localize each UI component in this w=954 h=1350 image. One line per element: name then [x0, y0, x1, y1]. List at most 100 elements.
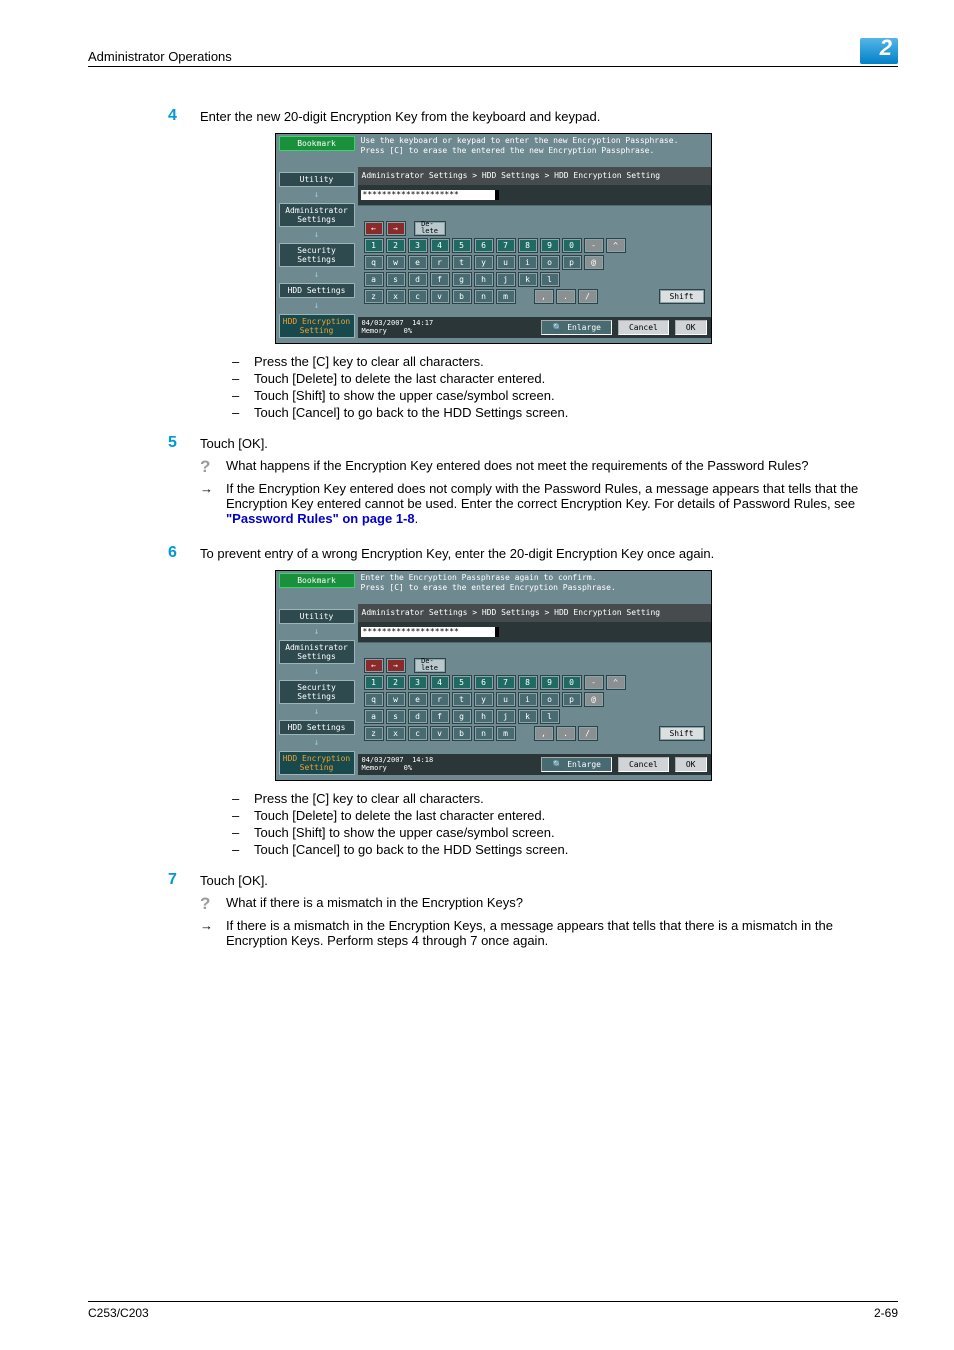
- key-dash[interactable]: -: [584, 238, 604, 253]
- key-6[interactable]: 6: [474, 238, 494, 253]
- key-b[interactable]: b: [452, 289, 472, 304]
- key-d[interactable]: d: [408, 272, 428, 287]
- footer-page: 2-69: [874, 1306, 898, 1320]
- key-0[interactable]: 0: [562, 238, 582, 253]
- cancel-button[interactable]: Cancel: [618, 757, 669, 772]
- key-u[interactable]: u: [496, 255, 516, 270]
- cancel-button[interactable]: Cancel: [618, 320, 669, 335]
- key-o[interactable]: o: [540, 255, 560, 270]
- key-w[interactable]: w: [386, 255, 406, 270]
- passphrase-input[interactable]: ********************: [361, 190, 495, 200]
- note-item: Touch [Shift] to show the upper case/sym…: [254, 825, 555, 840]
- key-8[interactable]: 8: [518, 238, 538, 253]
- panel-instruction-line2: Press [C] to erase the entered Encryptio…: [361, 583, 616, 592]
- key-y[interactable]: y: [474, 255, 494, 270]
- enlarge-button[interactable]: 🔍 Enlarge: [541, 757, 612, 772]
- step-text-7: Touch [OK].: [200, 871, 268, 888]
- text-cursor: [495, 627, 499, 637]
- key-7[interactable]: 7: [496, 238, 516, 253]
- key-g[interactable]: g: [452, 272, 472, 287]
- panel-bookmark[interactable]: Bookmark: [279, 573, 355, 588]
- panel-breadcrumb: Administrator Settings > HDD Settings > …: [358, 604, 711, 622]
- key-f[interactable]: f: [430, 272, 450, 287]
- key-2[interactable]: 2: [386, 238, 406, 253]
- password-rules-link[interactable]: "Password Rules" on page 1-8: [226, 511, 415, 526]
- step-text-5: Touch [OK].: [200, 434, 268, 451]
- question-text: What if there is a mismatch in the Encry…: [226, 895, 523, 912]
- key-slash[interactable]: /: [578, 289, 598, 304]
- key-j[interactable]: j: [496, 272, 516, 287]
- key-l[interactable]: l: [540, 272, 560, 287]
- key-9[interactable]: 9: [540, 238, 560, 253]
- step-text-6: To prevent entry of a wrong Encryption K…: [200, 544, 714, 561]
- delete-key[interactable]: De- lete: [414, 658, 446, 673]
- chapter-badge: 2: [860, 38, 898, 64]
- step-number-4: 4: [168, 107, 182, 125]
- panel-nav-encryption[interactable]: HDD Encryption Setting: [279, 751, 355, 775]
- arrow-left-key[interactable]: ←: [364, 658, 384, 673]
- footer-model: C253/C203: [88, 1306, 149, 1320]
- kb-row-q: q w e r t y u i o p @: [360, 254, 709, 271]
- key-c[interactable]: c: [408, 289, 428, 304]
- shift-key[interactable]: Shift: [659, 289, 705, 304]
- panel-nav-utility[interactable]: Utility: [279, 609, 355, 624]
- panel-nav-encryption[interactable]: HDD Encryption Setting: [279, 314, 355, 338]
- note-item: Touch [Cancel] to go back to the HDD Set…: [254, 405, 568, 420]
- answer-text: If there is a mismatch in the Encryption…: [226, 918, 886, 948]
- kb-row-z: z x c v b n m , . / Shift: [360, 288, 709, 305]
- panel-nav-security[interactable]: Security Settings: [279, 680, 355, 704]
- panel-nav-hdd[interactable]: HDD Settings: [279, 720, 355, 735]
- panel-bookmark[interactable]: Bookmark: [279, 136, 355, 151]
- key-t[interactable]: t: [452, 255, 472, 270]
- arrow-left-key[interactable]: ←: [364, 221, 384, 236]
- key-i[interactable]: i: [518, 255, 538, 270]
- panel-nav-admin[interactable]: Administrator Settings: [279, 640, 355, 664]
- key-4[interactable]: 4: [430, 238, 450, 253]
- key-r[interactable]: r: [430, 255, 450, 270]
- passphrase-input[interactable]: ********************: [361, 627, 495, 637]
- panel-nav-utility[interactable]: Utility: [279, 172, 355, 187]
- arrow-right-key[interactable]: →: [386, 221, 406, 236]
- key-at[interactable]: @: [584, 255, 604, 270]
- key-a[interactable]: a: [364, 272, 384, 287]
- panel-nav-hdd[interactable]: HDD Settings: [279, 283, 355, 298]
- panel-instruction-line1: Enter the Encryption Passphrase again to…: [361, 573, 597, 582]
- note-item: Touch [Delete] to delete the last charac…: [254, 371, 545, 386]
- key-m[interactable]: m: [496, 289, 516, 304]
- note-item: Press the [C] key to clear all character…: [254, 791, 484, 806]
- key-k[interactable]: k: [518, 272, 538, 287]
- note-item: Touch [Cancel] to go back to the HDD Set…: [254, 842, 568, 857]
- key-v[interactable]: v: [430, 289, 450, 304]
- kb-row-numbers: 1 2 3 4 5 6 7 8 9 0 - ^: [360, 237, 709, 254]
- key-z[interactable]: z: [364, 289, 384, 304]
- key-x[interactable]: x: [386, 289, 406, 304]
- device-panel-1: Bookmark Utility ↓ Administrator Setting…: [275, 133, 712, 344]
- ok-button[interactable]: OK: [675, 320, 707, 335]
- key-s[interactable]: s: [386, 272, 406, 287]
- key-comma[interactable]: ,: [534, 289, 554, 304]
- key-5[interactable]: 5: [452, 238, 472, 253]
- key-n[interactable]: n: [474, 289, 494, 304]
- delete-key[interactable]: De- lete: [414, 221, 446, 236]
- key-caret[interactable]: ^: [606, 238, 626, 253]
- arrow-right-key[interactable]: →: [386, 658, 406, 673]
- panel-nav-security[interactable]: Security Settings: [279, 243, 355, 267]
- shift-key[interactable]: Shift: [659, 726, 705, 741]
- key-1[interactable]: 1: [364, 238, 384, 253]
- down-arrow-icon: ↓: [279, 667, 355, 677]
- note-item: Press the [C] key to clear all character…: [254, 354, 484, 369]
- key-e[interactable]: e: [408, 255, 428, 270]
- on-screen-keyboard: ← → De- lete 1234567890-^ qwertyuiop@ as…: [358, 642, 711, 754]
- panel-instruction-line2: Press [C] to erase the entered the new E…: [361, 146, 655, 155]
- key-q[interactable]: q: [364, 255, 384, 270]
- key-period[interactable]: .: [556, 289, 576, 304]
- key-p[interactable]: p: [562, 255, 582, 270]
- key-3[interactable]: 3: [408, 238, 428, 253]
- arrow-right-icon: →: [200, 918, 216, 948]
- enlarge-button[interactable]: 🔍 Enlarge: [541, 320, 612, 335]
- step-number-5: 5: [168, 434, 182, 452]
- panel-nav-admin[interactable]: Administrator Settings: [279, 203, 355, 227]
- key-h[interactable]: h: [474, 272, 494, 287]
- step-number-6: 6: [168, 544, 182, 562]
- ok-button[interactable]: OK: [675, 757, 707, 772]
